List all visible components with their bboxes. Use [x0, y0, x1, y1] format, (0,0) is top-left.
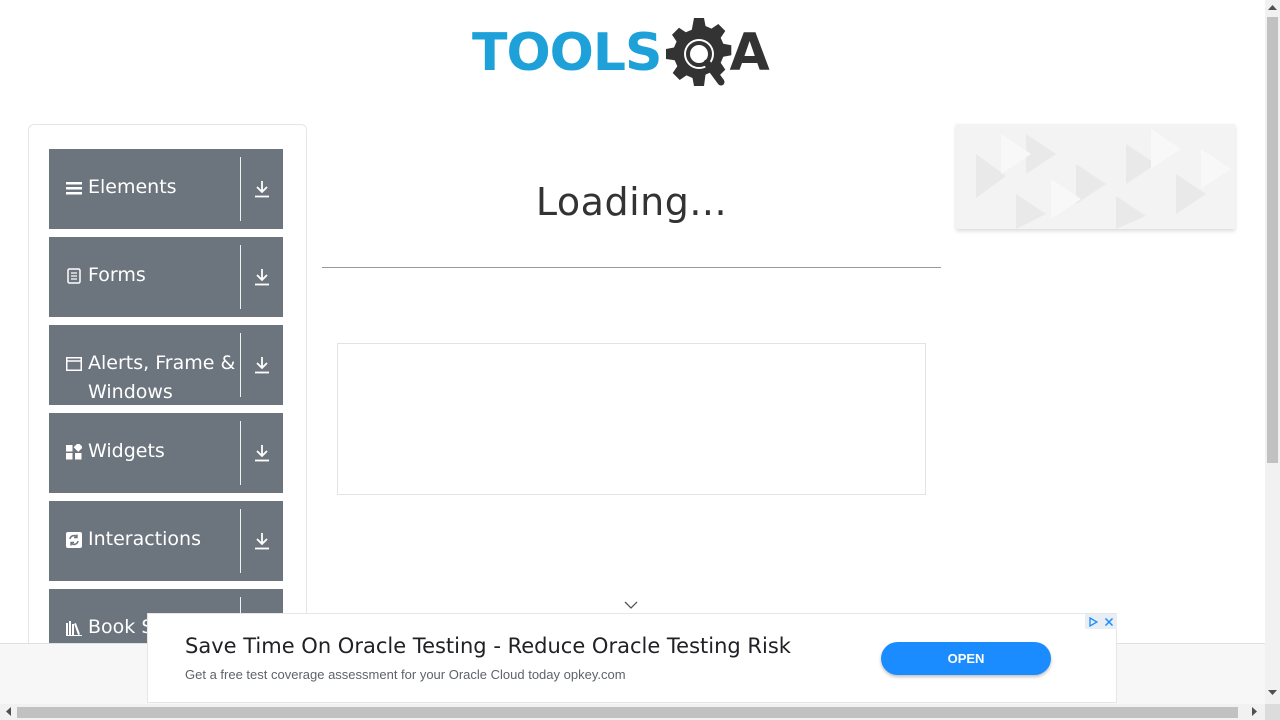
sidebar-group-forms[interactable]: Forms — [49, 237, 283, 317]
download-arrow-icon — [255, 269, 269, 286]
ad-choices-icon[interactable] — [1085, 614, 1101, 629]
scroll-down-icon[interactable] — [1268, 690, 1277, 696]
toolsqa-logo[interactable]: TOOLS A — [472, 14, 796, 92]
sidebar-panel: Elements Forms Alerts, Frame & Windows W… — [28, 124, 307, 664]
group-header[interactable]: Alerts, Frame & Windows — [49, 325, 240, 405]
vertical-scrollbar[interactable] — [1265, 0, 1280, 704]
content-placeholder — [337, 343, 926, 495]
group-header[interactable]: Widgets — [49, 413, 240, 493]
document-icon — [66, 268, 82, 284]
download-arrow-icon — [255, 181, 269, 198]
download-arrow-icon — [255, 533, 269, 550]
scroll-left-icon[interactable] — [5, 707, 11, 716]
expand-toggle[interactable] — [241, 501, 283, 581]
divider-line — [322, 267, 941, 268]
logo-text-tools: TOOLS — [472, 23, 662, 83]
expand-toggle[interactable] — [241, 325, 283, 405]
vertical-scroll-thumb[interactable] — [1267, 17, 1278, 463]
ad-pattern — [976, 129, 1231, 229]
sidebar-group-label: Alerts, Frame & Windows — [88, 352, 236, 403]
horizontal-scrollbar[interactable] — [0, 704, 1265, 720]
widgets-icon — [66, 444, 82, 460]
gear-magnifier-icon — [666, 18, 732, 86]
logo-text-a: A — [729, 23, 770, 83]
expand-toggle[interactable] — [241, 237, 283, 317]
sidebar-group-elements[interactable]: Elements — [49, 149, 283, 229]
refresh-icon — [66, 532, 82, 548]
window-icon — [66, 356, 82, 372]
bottom-ad-banner[interactable]: Save Time On Oracle Testing - Reduce Ora… — [147, 613, 1117, 703]
group-header[interactable]: Forms — [49, 237, 240, 317]
scroll-right-icon[interactable] — [1252, 707, 1258, 716]
group-header[interactable]: Interactions — [49, 501, 240, 581]
ad-open-button[interactable]: OPEN — [881, 642, 1051, 675]
close-icon[interactable] — [1101, 614, 1117, 629]
hamburger-icon — [66, 180, 82, 196]
ad-title[interactable]: Save Time On Oracle Testing - Reduce Ora… — [185, 634, 791, 658]
sidebar-group-label: Forms — [88, 264, 146, 286]
ad-subtitle[interactable]: Get a free test coverage assessment for … — [185, 667, 626, 682]
scroll-corner — [1265, 704, 1280, 720]
expand-toggle[interactable] — [241, 413, 283, 493]
download-arrow-icon — [255, 357, 269, 374]
horizontal-scroll-thumb[interactable] — [17, 707, 1238, 718]
loading-heading: Loading... — [535, 180, 728, 224]
download-arrow-icon — [255, 445, 269, 462]
right-ad-banner[interactable] — [956, 124, 1235, 229]
sidebar-group-label: Interactions — [88, 528, 201, 550]
expand-toggle[interactable] — [241, 149, 283, 229]
books-icon — [66, 620, 82, 636]
sidebar-group-alerts[interactable]: Alerts, Frame & Windows — [49, 325, 283, 405]
sidebar-group-label: Elements — [88, 176, 177, 198]
scroll-up-icon[interactable] — [1268, 4, 1277, 10]
sidebar-group-label: Widgets — [88, 440, 165, 462]
sidebar-group-interactions[interactable]: Interactions — [49, 501, 283, 581]
group-header[interactable]: Elements — [49, 149, 240, 229]
sidebar-group-widgets[interactable]: Widgets — [49, 413, 283, 493]
chevron-down-icon[interactable] — [623, 599, 639, 611]
